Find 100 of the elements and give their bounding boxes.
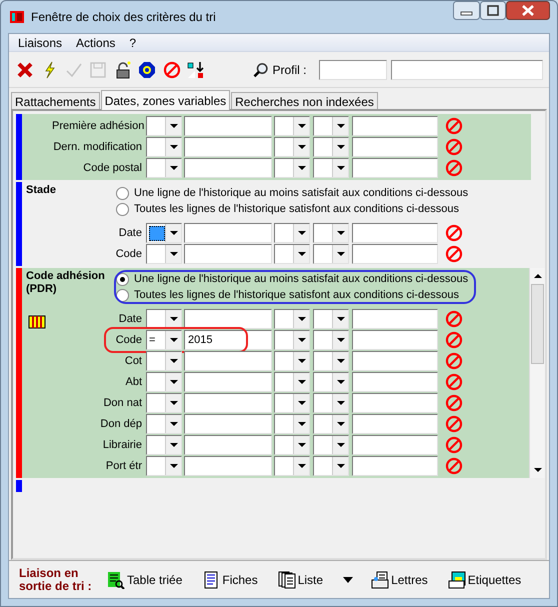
connector-dropdown[interactable] bbox=[274, 116, 310, 136]
value-field[interactable] bbox=[184, 137, 272, 157]
caret-icon bbox=[298, 359, 306, 363]
no-entry-icon bbox=[445, 457, 463, 475]
value-field[interactable] bbox=[352, 414, 438, 434]
operator-dropdown[interactable] bbox=[146, 223, 182, 243]
radio-label[interactable]: Une ligne de l'historique au moins satisfait aux conditions ci-dessous bbox=[134, 184, 468, 202]
value-field[interactable] bbox=[184, 372, 272, 392]
minimize-icon[interactable] bbox=[453, 1, 480, 20]
caret-icon bbox=[298, 380, 306, 384]
clear-row-button[interactable] bbox=[445, 373, 463, 391]
tab[interactable]: Dates, zones variables bbox=[100, 90, 230, 110]
value-field[interactable] bbox=[184, 158, 272, 178]
value-field[interactable] bbox=[352, 116, 438, 136]
clear-row-button[interactable] bbox=[445, 138, 463, 156]
label-card-icon bbox=[448, 570, 466, 588]
caret-icon bbox=[170, 401, 178, 405]
vertical-scrollbar[interactable] bbox=[529, 268, 545, 478]
value-field[interactable] bbox=[352, 351, 438, 371]
value-field[interactable] bbox=[184, 351, 272, 371]
value-field[interactable] bbox=[184, 223, 272, 243]
radio-button[interactable] bbox=[116, 288, 129, 302]
value-field[interactable] bbox=[352, 330, 438, 350]
profile-label: Profil : bbox=[272, 62, 307, 78]
clear-row-button[interactable] bbox=[445, 245, 463, 263]
profile-name-field[interactable] bbox=[390, 60, 544, 80]
output-button[interactable]: Etiquettes bbox=[446, 568, 524, 590]
caret-icon bbox=[336, 422, 344, 426]
value-field[interactable] bbox=[352, 137, 438, 157]
clear-row-button[interactable] bbox=[445, 331, 463, 349]
value-field[interactable] bbox=[352, 435, 438, 455]
output-button[interactable]: Fiches bbox=[200, 568, 260, 590]
connector-dropdown[interactable] bbox=[274, 414, 310, 434]
check-icon bbox=[64, 60, 83, 78]
value-field[interactable] bbox=[352, 456, 438, 476]
connector-dropdown[interactable] bbox=[274, 244, 310, 264]
connector-dropdown[interactable] bbox=[274, 456, 310, 476]
striped-tag-icon bbox=[28, 313, 46, 331]
radio-button[interactable] bbox=[116, 202, 129, 216]
value-field[interactable] bbox=[352, 223, 438, 243]
output-button[interactable]: Liste bbox=[276, 568, 326, 590]
connector-dropdown[interactable] bbox=[274, 393, 310, 413]
caret-icon bbox=[170, 380, 178, 384]
clear-row-button[interactable] bbox=[445, 352, 463, 370]
connector-dropdown[interactable] bbox=[274, 372, 310, 392]
output-button[interactable]: Lettres bbox=[369, 568, 430, 590]
tab[interactable]: Recherches non indexées bbox=[231, 92, 378, 109]
profile-code-field[interactable] bbox=[318, 60, 387, 80]
value-field[interactable]: 2015 bbox=[184, 330, 272, 350]
tab[interactable]: Rattachements bbox=[11, 92, 100, 109]
clear-row-button[interactable] bbox=[445, 394, 463, 412]
clear-row-button[interactable] bbox=[445, 415, 463, 433]
clear-row-button[interactable] bbox=[445, 117, 463, 135]
value-field[interactable] bbox=[352, 158, 438, 178]
caret-icon bbox=[298, 464, 306, 468]
criterion-label: Code bbox=[114, 246, 143, 262]
connector-dropdown[interactable] bbox=[274, 223, 310, 243]
menu-item[interactable]: ? bbox=[129, 34, 136, 52]
caret-icon[interactable] bbox=[343, 576, 354, 582]
no-entry-icon bbox=[445, 159, 463, 177]
output-button[interactable]: Table triée bbox=[105, 568, 184, 590]
value-field[interactable] bbox=[184, 309, 272, 329]
caret-icon bbox=[336, 464, 344, 468]
caret-icon bbox=[170, 422, 178, 426]
maximize-icon[interactable] bbox=[480, 1, 506, 20]
menu-item[interactable]: Actions bbox=[76, 34, 116, 52]
value-field[interactable] bbox=[184, 435, 272, 455]
clear-row-button[interactable] bbox=[445, 310, 463, 328]
operator-dropdown[interactable]: = bbox=[146, 330, 182, 350]
connector-dropdown[interactable] bbox=[274, 158, 310, 178]
caret-icon bbox=[298, 338, 306, 342]
radio-label[interactable]: Toutes les lignes de l'historique satisfont aux conditions ci-dessous bbox=[134, 200, 459, 218]
clear-row-button[interactable] bbox=[445, 159, 463, 177]
radio-label[interactable]: Toutes les lignes de l'historique satisfont aux conditions ci-dessous bbox=[134, 286, 459, 304]
clear-row-button[interactable] bbox=[445, 436, 463, 454]
value-field[interactable] bbox=[352, 372, 438, 392]
value-field[interactable] bbox=[352, 309, 438, 329]
clear-row-button[interactable] bbox=[445, 457, 463, 475]
close-icon[interactable] bbox=[506, 1, 550, 20]
radio-button[interactable] bbox=[116, 272, 129, 286]
radio-button[interactable] bbox=[116, 186, 129, 200]
value-field[interactable] bbox=[352, 393, 438, 413]
menu-item[interactable]: Liaisons bbox=[18, 34, 62, 52]
clear-row-button[interactable] bbox=[445, 224, 463, 242]
criterion-label: Port étr bbox=[104, 458, 143, 474]
connector-dropdown[interactable] bbox=[274, 435, 310, 455]
value-field[interactable] bbox=[184, 244, 272, 264]
connector-dropdown[interactable] bbox=[274, 137, 310, 157]
caret-icon bbox=[298, 145, 306, 149]
value-field[interactable] bbox=[184, 393, 272, 413]
no-entry-icon bbox=[445, 310, 463, 328]
value-field[interactable] bbox=[184, 456, 272, 476]
value-field[interactable] bbox=[184, 414, 272, 434]
criterion-label: Date bbox=[118, 312, 143, 327]
value-field[interactable] bbox=[184, 116, 272, 136]
value-field[interactable] bbox=[352, 244, 438, 264]
connector-dropdown[interactable] bbox=[274, 330, 310, 350]
connector-dropdown[interactable] bbox=[274, 351, 310, 371]
connector-dropdown[interactable] bbox=[274, 309, 310, 329]
radio-label[interactable]: Une ligne de l'historique au moins satisfait aux conditions ci-dessous bbox=[134, 270, 468, 288]
